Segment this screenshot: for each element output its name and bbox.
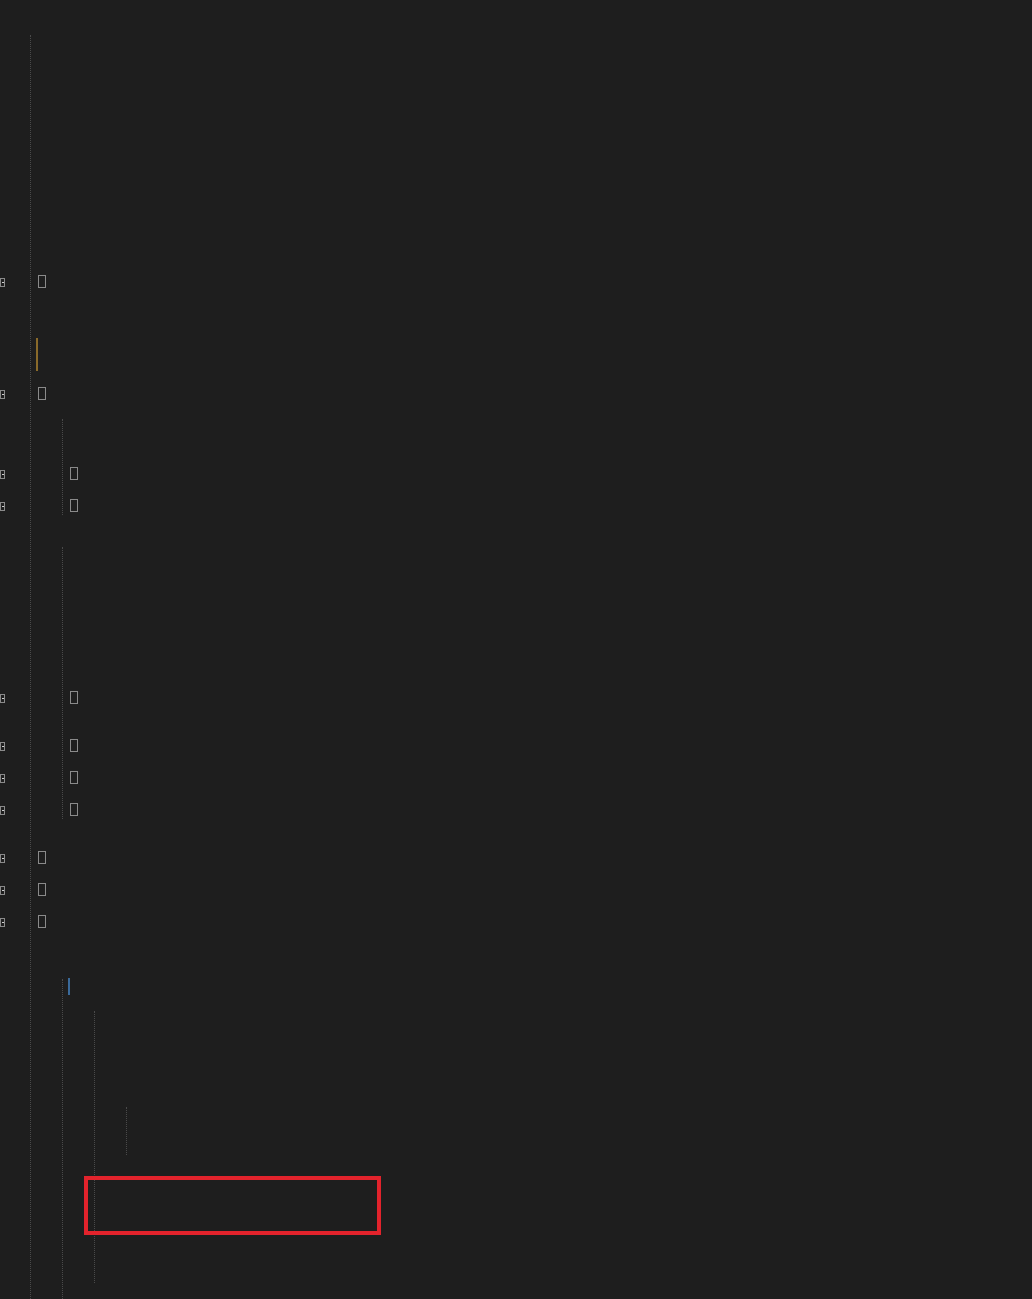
code-line <box>6 467 78 483</box>
fold-toggle-icon[interactable] <box>0 886 5 895</box>
fold-toggle-icon[interactable] <box>0 502 5 511</box>
collapsed-region[interactable] <box>69 691 78 704</box>
collapsed-region[interactable] <box>69 771 78 784</box>
collapsed-region[interactable] <box>69 499 78 512</box>
collapsed-region[interactable] <box>69 739 78 752</box>
collapsed-region[interactable] <box>38 851 47 864</box>
code-line <box>6 851 47 867</box>
fold-toggle-icon[interactable] <box>0 774 5 783</box>
collapsed-region[interactable] <box>38 915 47 928</box>
code-line <box>6 275 47 291</box>
code-line <box>6 499 78 515</box>
code-line <box>6 771 78 787</box>
code-line <box>6 691 78 707</box>
code-line <box>6 883 47 899</box>
collapsed-region[interactable] <box>69 803 78 816</box>
code-line <box>6 739 78 755</box>
fold-toggle-icon[interactable] <box>0 278 5 287</box>
collapsed-region[interactable] <box>38 883 47 896</box>
code-line <box>6 803 78 819</box>
fold-toggle-icon[interactable] <box>0 918 5 927</box>
fold-toggle-icon[interactable] <box>0 470 5 479</box>
code-editor[interactable] <box>0 0 1032 1299</box>
code-line <box>6 915 47 931</box>
collapsed-region[interactable] <box>69 467 78 480</box>
collapsed-region[interactable] <box>38 275 47 288</box>
fold-toggle-icon[interactable] <box>0 854 5 863</box>
code-line <box>6 387 47 403</box>
fold-toggle-icon[interactable] <box>0 742 5 751</box>
collapsed-region[interactable] <box>38 387 47 400</box>
annotation-highlight-box <box>84 1176 381 1235</box>
fold-toggle-icon[interactable] <box>0 390 5 399</box>
fold-toggle-icon[interactable] <box>0 694 5 703</box>
fold-toggle-icon[interactable] <box>0 806 5 815</box>
